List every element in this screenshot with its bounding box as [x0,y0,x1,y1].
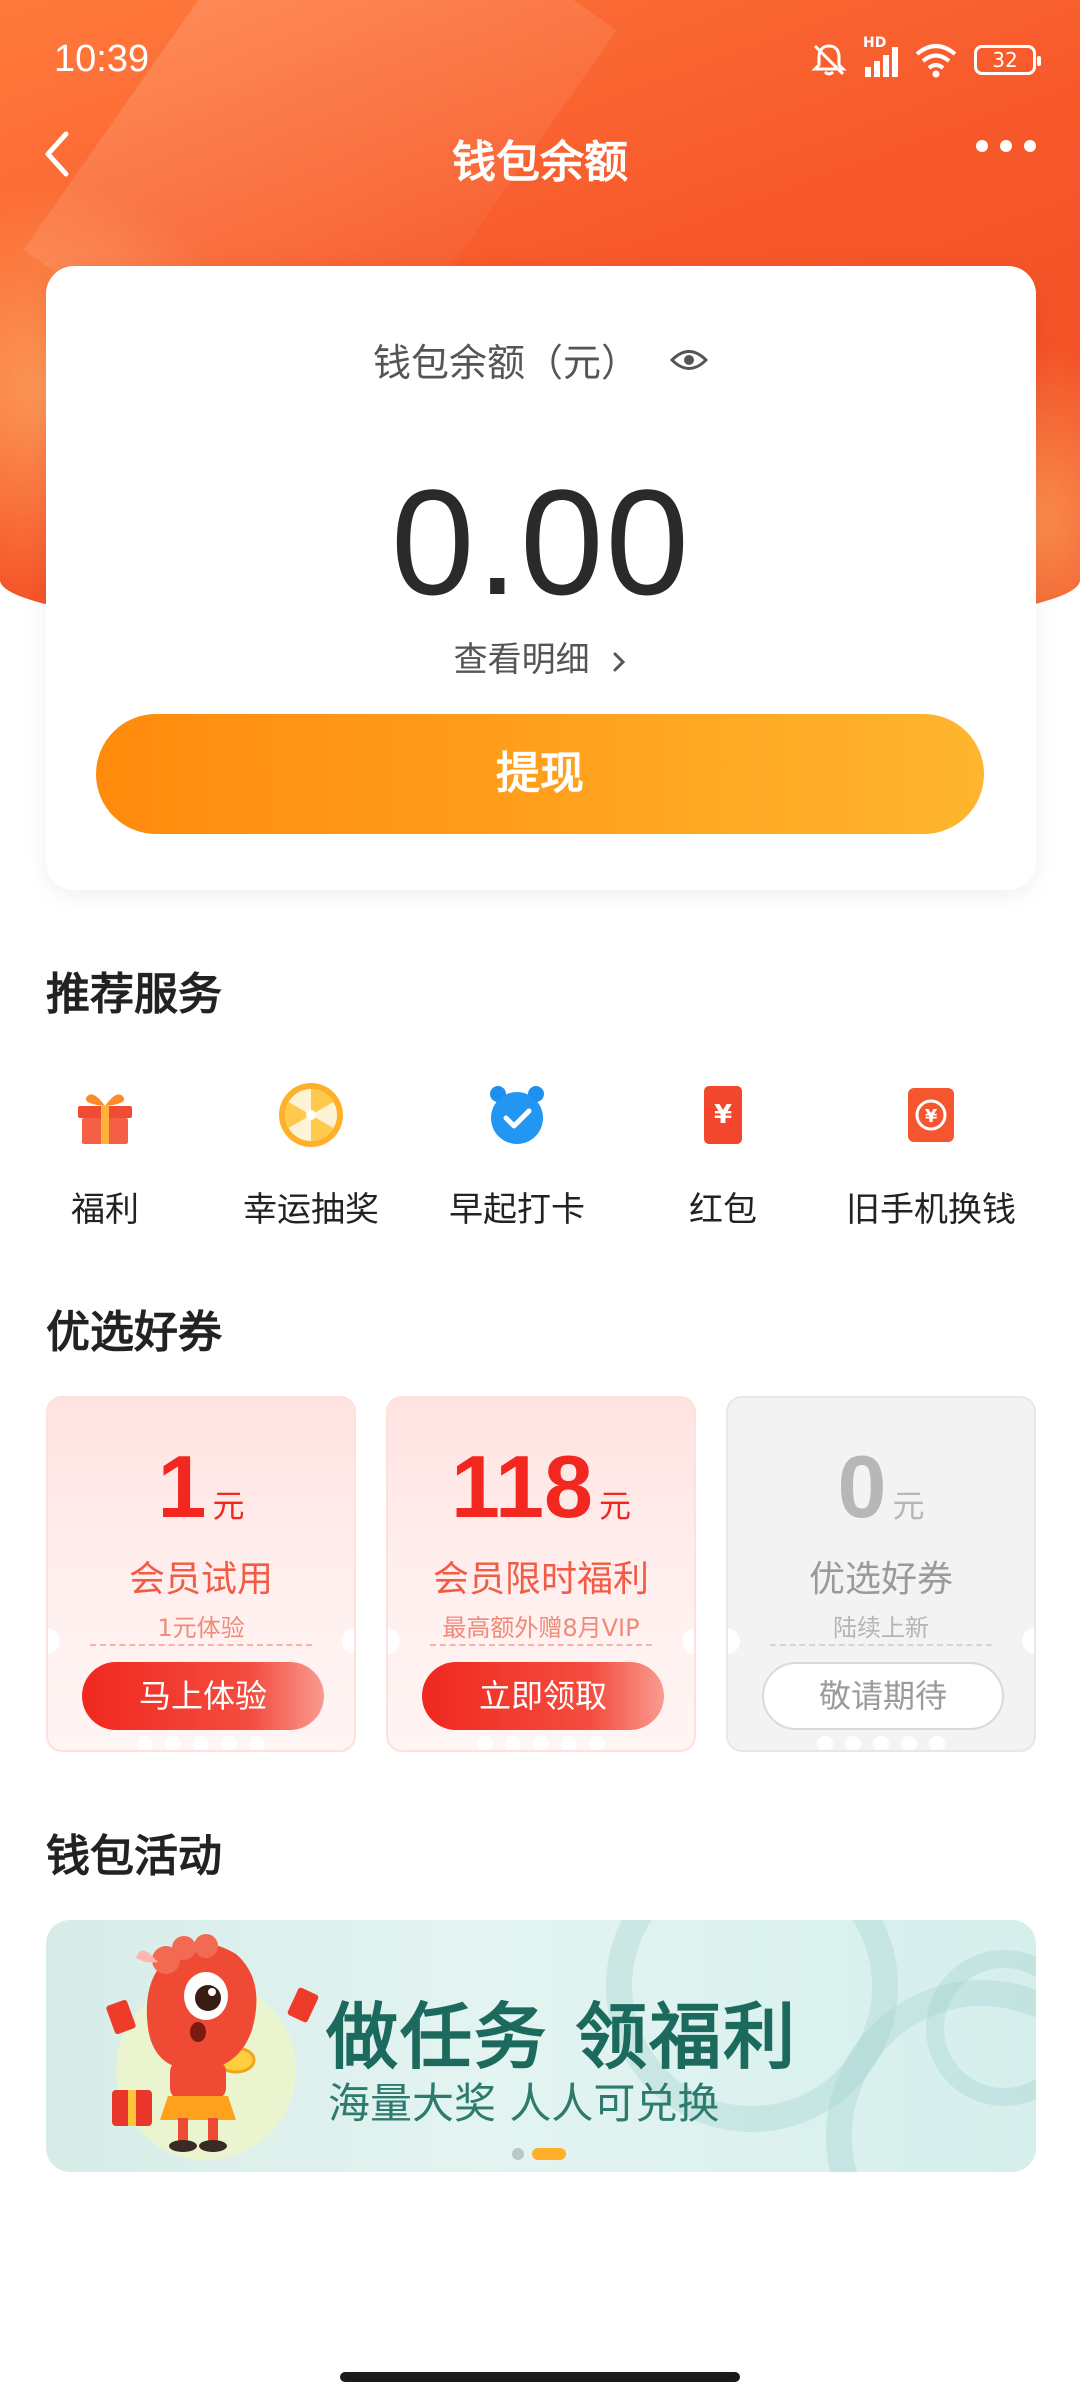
coming-soon-button: 敬请期待 [762,1662,1004,1730]
cellular-signal-icon: HD [863,35,898,77]
wifi-icon [915,44,957,78]
coupon-subtitle: 1元体验 [157,1614,245,1642]
mascot-illustration [106,1934,319,2160]
coupon-name: 优选好券 [808,1559,953,1600]
coupon-card-member-limited: 118 元 会员限时福利 最高额外赠8月VIP 立即领取 [386,1396,696,1752]
services-grid: 福利 幸运抽奖 早起打卡 ¥ 红包 ¥ 旧手机换钱 [0,1080,1080,1230]
try-now-button[interactable]: 马上体验 [82,1662,324,1730]
coupon-amount: 1元 [157,1437,245,1536]
service-item-phone-trade-in[interactable]: ¥ 旧手机换钱 [826,1080,1036,1231]
svg-text:¥: ¥ [714,1100,732,1130]
coupon-card-coming-soon: 0元 优选好券 陆续上新 敬请期待 [726,1396,1036,1752]
nav-bar: 钱包余额 [0,110,1080,200]
eye-icon[interactable] [669,345,709,375]
network-label: HD [863,35,887,51]
status-bar: 10:39 HD 32 [0,0,1080,120]
balance-amount: 0.00 [391,458,691,626]
mute-icon [811,44,847,76]
gift-icon [78,1094,132,1144]
services-section-title: 推荐服务 [46,969,222,1020]
service-label: 红包 [689,1190,757,1230]
balance-label-row: 钱包余额（元） [46,332,1036,387]
svg-text:¥: ¥ [925,1106,938,1127]
page-title: 钱包余额 [452,137,628,188]
coupon-name: 会员试用 [128,1559,273,1600]
battery-level: 32 [992,48,1018,72]
coupon-amount: 118 元 [451,1437,631,1536]
chevron-right-icon [613,652,626,671]
pagination-dot-active [532,2148,566,2160]
coupon-subtitle: 陆续上新 [833,1614,929,1642]
lucky-wheel-icon [279,1083,343,1147]
coupon-card-member-trial: 1元 会员试用 1元体验 马上体验 [46,1396,356,1752]
service-label: 旧手机换钱 [846,1190,1016,1230]
activities-section-title: 钱包活动 [46,1831,222,1882]
coupon-name: 会员限时福利 [432,1559,649,1600]
coupon-amount: 0元 [837,1437,925,1536]
service-item-lucky-draw[interactable]: 幸运抽奖 [206,1080,416,1231]
service-label: 福利 [71,1190,139,1230]
balance-card: 钱包余额（元） 0.00 查看明细 提现 [46,266,1036,890]
activity-banner[interactable]: 做任务 领福利 海量大奖 人人可兑换 [46,1920,1036,2172]
service-label: 早起打卡 [449,1190,585,1230]
status-icons: HD 32 [809,35,1041,80]
coupon-subtitle: 最高额外赠8月VIP [442,1614,640,1642]
view-details-label: 查看明细 [453,640,590,680]
banner-title: 做任务 领福利 [326,1995,798,2079]
withdraw-button[interactable]: 提现 [96,714,984,834]
alarm-clock-icon [490,1086,544,1144]
banner-subtitle: 海量大奖 人人可兑换 [328,2079,720,2128]
service-item-early-checkin[interactable]: 早起打卡 [412,1080,622,1231]
service-item-welfare[interactable]: 福利 [0,1080,210,1231]
status-time: 10:39 [54,38,150,80]
battery-indicator: 32 [974,45,1041,75]
phone-trade-in-icon: ¥ [908,1088,954,1142]
banner-pagination [512,2148,566,2160]
pagination-dot [512,2148,524,2160]
view-details-link[interactable]: 查看明细 [46,632,1036,681]
claim-now-button[interactable]: 立即领取 [422,1662,664,1730]
more-options-icon[interactable] [976,140,1036,152]
red-envelope-icon: ¥ [704,1086,742,1144]
home-indicator[interactable] [340,2372,740,2382]
coupons-section-title: 优选好券 [46,1307,222,1358]
balance-label: 钱包余额（元） [372,341,639,385]
service-label: 幸运抽奖 [243,1190,379,1230]
service-item-red-envelope[interactable]: ¥ 红包 [618,1080,828,1231]
